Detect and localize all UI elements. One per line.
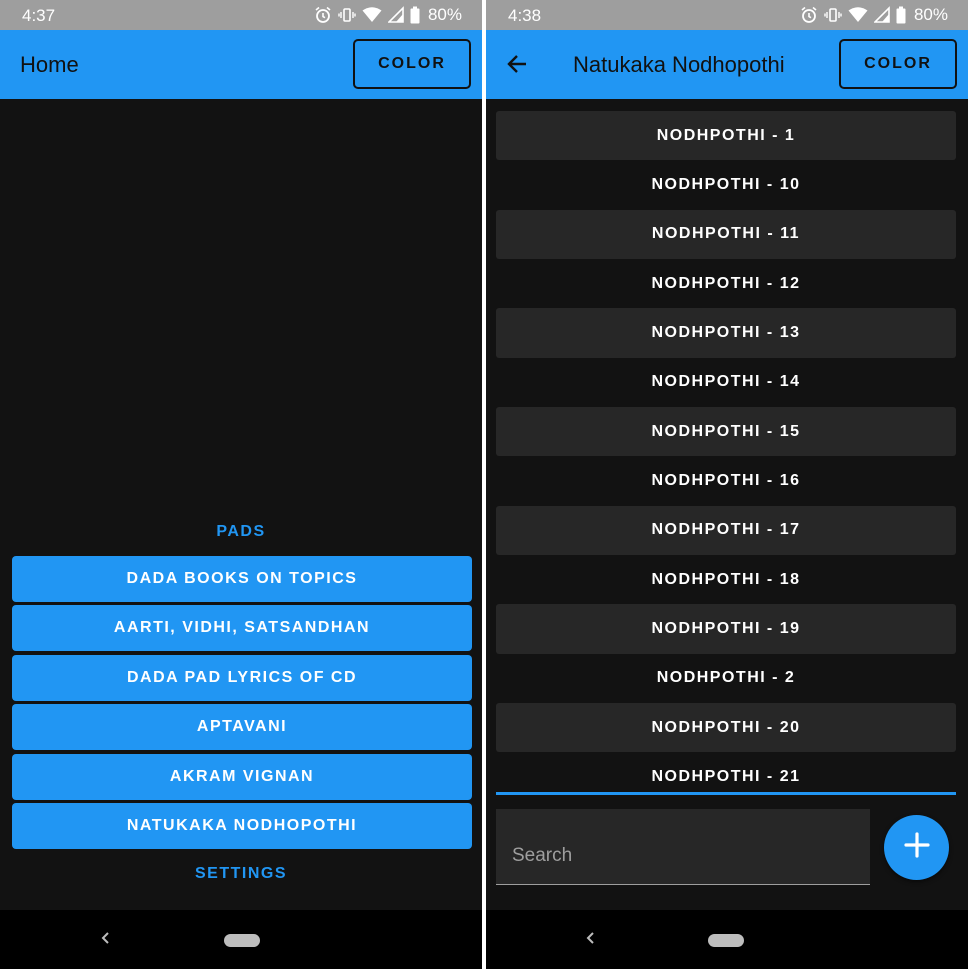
list-item[interactable]: NODHPOTHI - 18 (496, 555, 956, 604)
list-item[interactable]: NODHPOTHI - 1 (496, 111, 956, 161)
home-screen: 4:37 80% Home COLOR PADS DADA BOOKS ON T (0, 0, 482, 969)
signal-icon (387, 6, 404, 24)
natukaka-nodhopothi-button[interactable]: NATUKAKA NODHOPOTHI (12, 802, 472, 849)
list-item[interactable]: NODHPOTHI - 16 (496, 456, 956, 505)
plus-icon (903, 831, 931, 864)
list-item[interactable]: NODHPOTHI - 15 (496, 407, 956, 457)
list-item[interactable]: NODHPOTHI - 20 (496, 703, 956, 753)
list-item[interactable]: NODHPOTHI - 21 (496, 752, 956, 791)
aarti-vidhi-satsandhan-button[interactable]: AARTI, VIDHI, SATSANDHAN (12, 605, 472, 652)
system-nav-bar (486, 910, 968, 969)
battery-icon (896, 6, 906, 24)
status-icons: 80% (800, 5, 948, 25)
list-item[interactable]: NODHPOTHI - 11 (496, 209, 956, 260)
status-time: 4:38 (508, 6, 542, 25)
list-item[interactable]: NODHPOTHI - 13 (496, 308, 956, 358)
pads-section-label: PADS (216, 523, 266, 540)
color-button[interactable]: COLOR (839, 39, 957, 89)
status-icons: 80% (314, 5, 462, 25)
signal-icon (873, 6, 890, 24)
list-item[interactable]: NODHPOTHI - 10 (496, 160, 956, 209)
dada-pad-lyrics-button[interactable]: DADA PAD LYRICS OF CD (12, 654, 472, 701)
page-title: Home (20, 52, 79, 77)
nodhopothi-screen: 4:38 80% Natukaka Nodhopothi COLOR NODHP… (486, 0, 968, 969)
dada-books-on-topics-button[interactable]: DADA BOOKS ON TOPICS (12, 556, 472, 602)
list-item[interactable]: NODHPOTHI - 12 (496, 259, 956, 308)
list-item[interactable]: NODHPOTHI - 17 (496, 505, 956, 556)
vibrate-icon (338, 6, 356, 24)
chevron-left-icon[interactable] (584, 928, 596, 954)
battery-icon (410, 6, 420, 24)
chevron-left-icon[interactable] (99, 928, 111, 954)
search-box (496, 809, 870, 885)
status-bar: 4:37 80% (0, 0, 482, 30)
add-button[interactable] (884, 815, 949, 880)
wifi-icon (362, 6, 382, 24)
status-time: 4:37 (22, 6, 56, 25)
pads-menu: DADA BOOKS ON TOPICS AARTI, VIDHI, SATSA… (12, 556, 472, 852)
search-input[interactable] (496, 809, 870, 884)
list-item[interactable]: NODHPOTHI - 19 (496, 604, 956, 654)
settings-button[interactable]: SETTINGS (0, 865, 482, 883)
nodhpothi-list: NODHPOTHI - 1 NODHPOTHI - 10 NODHPOTHI -… (496, 111, 956, 791)
wifi-icon (848, 6, 868, 24)
list-item[interactable]: NODHPOTHI - 14 (496, 358, 956, 407)
vibrate-icon (824, 6, 842, 24)
home-pill-icon[interactable] (224, 934, 260, 947)
list-item[interactable]: NODHPOTHI - 2 (496, 654, 956, 703)
list-divider (496, 792, 956, 795)
home-pill-icon[interactable] (708, 934, 744, 947)
app-bar: Natukaka Nodhopothi COLOR (486, 30, 968, 99)
alarm-icon (314, 6, 332, 24)
app-bar: Home COLOR (0, 30, 482, 99)
battery-percentage: 80% (427, 5, 462, 24)
page-title: Natukaka Nodhopothi (573, 52, 785, 77)
aptavani-button[interactable]: APTAVANI (12, 704, 472, 751)
battery-percentage: 80% (913, 5, 948, 24)
arrow-left-icon[interactable] (504, 50, 532, 78)
color-button[interactable]: COLOR (353, 39, 471, 89)
alarm-icon (800, 6, 818, 24)
system-nav-bar (0, 910, 482, 969)
status-bar: 4:38 80% (486, 0, 968, 30)
akram-vignan-button[interactable]: AKRAM VIGNAN (12, 753, 472, 800)
